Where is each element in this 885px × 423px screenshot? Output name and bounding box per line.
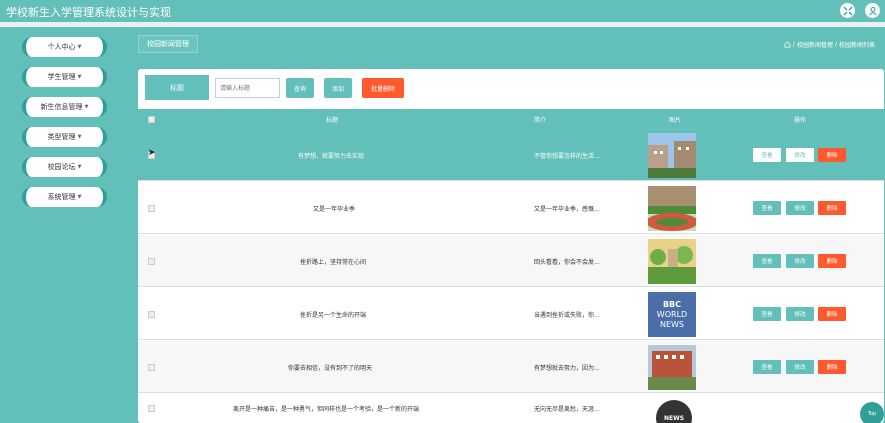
search-bar: 标题 查询 添加 批量删除 (138, 69, 884, 109)
row-title: 你要去相信，没有到不了的明天 (288, 364, 373, 372)
row-checkbox[interactable] (148, 257, 155, 265)
row-title: 挫折是另一个生命的开端 (300, 311, 367, 319)
table-header: 标题 简介 图片 操作 (138, 109, 884, 129)
row-title: 离开是一种痛苦，是一种勇气，但同样也是一个考验，是一个新的开端 (233, 406, 420, 413)
chevron-down-icon: ▼ (77, 164, 82, 170)
mouse-cursor: ➤ (148, 148, 156, 158)
view-button[interactable]: 查看 (753, 360, 781, 374)
row-intro: 又是一年毕业季，感慨... (534, 205, 600, 213)
news-logo-text: NEWS (663, 414, 685, 422)
row-checkbox[interactable] (148, 405, 155, 412)
top-bar: 学校新生入学管理系统设计与实现 (0, 0, 885, 22)
table-row[interactable]: 你要去相信，没有到不了的明天 有梦想就去努力，因为... 查看 修改 删除 (138, 341, 884, 393)
breadcrumb-item: 校园新闻列表 (838, 42, 875, 49)
chevron-down-icon: ▼ (77, 44, 82, 50)
bbc-world-news-image[interactable]: BBC WORLD NEWS (648, 292, 696, 337)
row-title: 挫折路上，坚持常在心间 (300, 258, 367, 266)
home-icon[interactable] (784, 41, 791, 48)
search-input[interactable] (215, 78, 280, 98)
view-button[interactable]: 查看 (753, 148, 781, 162)
campus-garden-photo[interactable] (648, 239, 696, 284)
header-actions: 操作 (794, 116, 807, 124)
edit-button[interactable]: 修改 (786, 148, 814, 162)
campus-track-photo[interactable] (648, 186, 696, 231)
edit-button[interactable]: 修改 (786, 360, 814, 374)
watermark: CSDN @海灵学姐 (733, 398, 832, 412)
sidebar-item-label: 个人中心 (47, 43, 76, 51)
delete-button[interactable]: 删除 (818, 201, 846, 215)
batch-delete-button[interactable]: 批量删除 (362, 78, 404, 98)
header-intro: 简介 (534, 116, 547, 124)
delete-button[interactable]: 删除 (818, 254, 846, 268)
sidebar-item-forum[interactable]: 校园论坛 ▼ (22, 157, 107, 177)
table-row[interactable]: 有梦想，就要努力去实现 不管你想要怎样的生活... 查看 修改 删除 (138, 129, 884, 181)
bbc-logo-text: BBC (662, 299, 682, 309)
app-title: 学校新生入学管理系统设计与实现 (6, 6, 171, 19)
page-tag: 校园新闻管理 (138, 35, 198, 53)
select-all-checkbox[interactable] (148, 115, 155, 123)
table-row[interactable]: 又是一年毕业季 又是一年毕业季，感慨... 查看 修改 删除 (138, 182, 884, 234)
sidebar-item-label: 学生管理 (47, 73, 76, 81)
chevron-down-icon: ▼ (84, 104, 89, 110)
add-button[interactable]: 添加 (324, 78, 352, 98)
fullscreen-icon[interactable] (840, 3, 855, 18)
campus-building-photo[interactable] (648, 133, 696, 178)
breadcrumb-item[interactable]: 校园新闻管理 (797, 40, 833, 49)
header-image: 图片 (669, 116, 682, 124)
row-intro: 不管你想要怎样的生活... (534, 152, 600, 160)
sidebar-item-label: 类型管理 (47, 133, 76, 141)
delete-button[interactable]: 删除 (818, 148, 846, 162)
edit-button[interactable]: 修改 (786, 254, 814, 268)
row-checkbox[interactable] (148, 310, 155, 318)
row-checkbox[interactable] (148, 363, 155, 371)
edit-button[interactable]: 修改 (786, 201, 814, 215)
sidebar-item-label: 新生信息管理 (40, 103, 83, 111)
breadcrumb: / 校园新闻管理 / 校园新闻列表 (784, 40, 875, 49)
chevron-down-icon: ▼ (77, 134, 82, 140)
view-button[interactable]: 查看 (753, 307, 781, 321)
sidebar-item-freshman-info[interactable]: 新生信息管理 ▼ (22, 97, 107, 117)
user-avatar-icon[interactable] (865, 3, 880, 18)
row-title: 又是一年毕业季 (313, 205, 356, 213)
news-panel: 标题 查询 添加 批量删除 标题 简介 图片 操作 有梦想，就要努力去实现 不管… (138, 69, 884, 423)
table-row[interactable]: 挫折路上，坚持常在心间 回头看看，你会不会发... 查看 修改 删除 (138, 235, 884, 287)
campus-courtyard-photo[interactable] (648, 345, 696, 390)
row-intro: 当遇到挫折或失败，你... (534, 311, 600, 319)
sidebar: 个人中心 ▼ 学生管理 ▼ 新生信息管理 ▼ 类型管理 ▼ 校园论坛 ▼ 系统管理 ▼ (0, 27, 130, 423)
news-globe-icon[interactable]: NEWS (656, 400, 692, 423)
chevron-down-icon: ▼ (77, 194, 82, 200)
edit-button[interactable]: 修改 (786, 307, 814, 321)
main-content: 校园新闻管理 / 校园新闻管理 / 校园新闻列表 标题 查询 添加 批量删除 标… (130, 27, 885, 423)
row-intro: 回头看看，你会不会发... (534, 258, 600, 266)
sidebar-item-personal-center[interactable]: 个人中心 ▼ (22, 37, 107, 57)
row-title: 有梦想，就要努力去实现 (298, 152, 365, 160)
row-checkbox[interactable] (148, 204, 155, 212)
search-label: 标题 (145, 75, 209, 100)
sidebar-item-label: 校园论坛 (47, 163, 76, 171)
sidebar-item-label: 系统管理 (47, 193, 76, 201)
sidebar-item-students[interactable]: 学生管理 ▼ (22, 67, 107, 87)
chevron-down-icon: ▼ (77, 74, 82, 80)
table-row[interactable]: 挫折是另一个生命的开端 当遇到挫折或失败，你... BBC WORLD NEWS… (138, 288, 884, 340)
bbc-logo-text: NEWS (659, 319, 685, 329)
view-button[interactable]: 查看 (753, 254, 781, 268)
sidebar-item-types[interactable]: 类型管理 ▼ (22, 127, 107, 147)
view-button[interactable]: 查看 (753, 201, 781, 215)
sidebar-item-system[interactable]: 系统管理 ▼ (22, 187, 107, 207)
bbc-logo-text: WORLD (656, 309, 688, 319)
header-title[interactable]: 标题 (326, 109, 338, 129)
row-intro: 无向无尽是离愁，天涯... (534, 406, 600, 413)
back-to-top-button[interactable]: Top (860, 402, 884, 423)
query-button[interactable]: 查询 (286, 78, 314, 98)
delete-button[interactable]: 删除 (818, 360, 846, 374)
delete-button[interactable]: 删除 (818, 307, 846, 321)
row-intro: 有梦想就去努力，因为... (534, 364, 600, 372)
